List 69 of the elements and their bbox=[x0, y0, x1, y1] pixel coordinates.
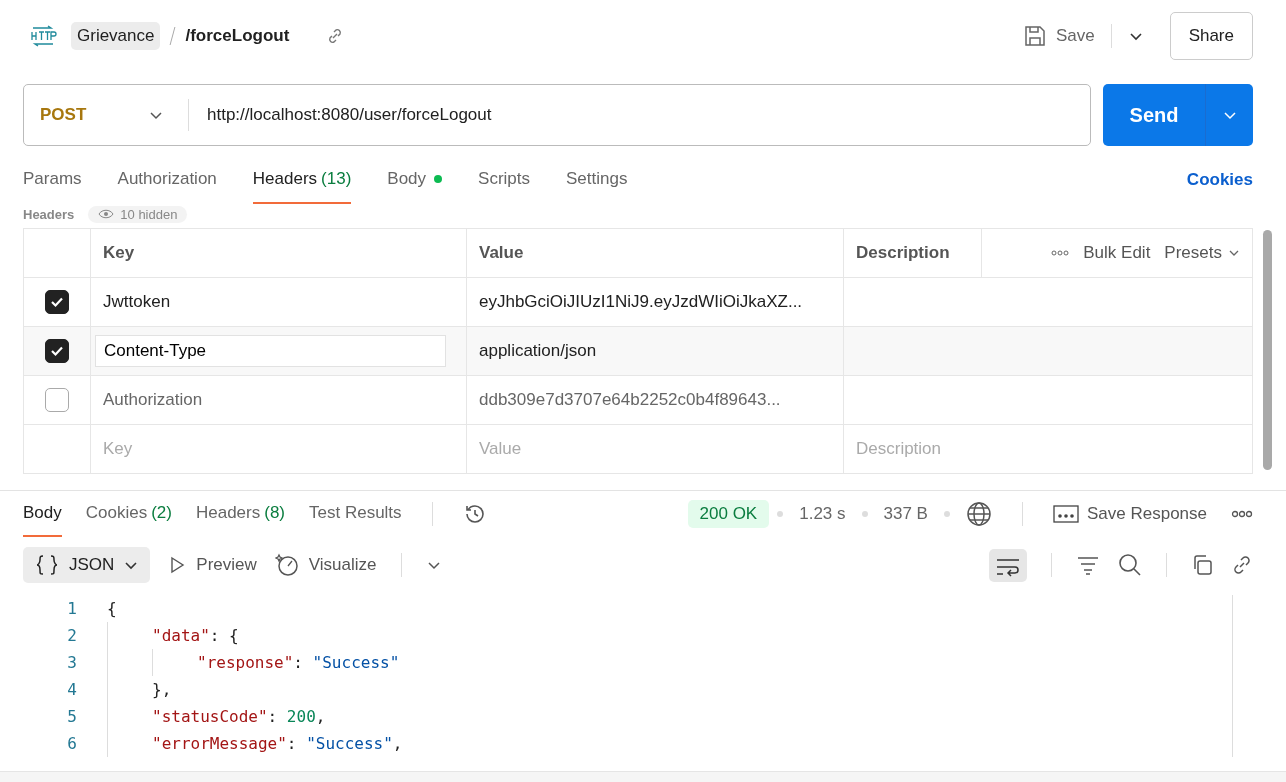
copy-icon[interactable] bbox=[1191, 554, 1213, 576]
code-line: { bbox=[107, 599, 117, 618]
header-key[interactable]: Jwttoken bbox=[103, 292, 171, 311]
response-size: 337 B bbox=[883, 504, 928, 524]
header-value[interactable]: application/json bbox=[479, 341, 597, 360]
header-key-field[interactable]: Content-Type bbox=[95, 335, 446, 367]
column-header: Value bbox=[466, 228, 844, 278]
request-tab[interactable]: Scripts bbox=[478, 156, 531, 204]
new-header-input[interactable]: Value bbox=[479, 439, 831, 459]
line-number: 5 bbox=[66, 707, 78, 726]
request-tab[interactable]: Body bbox=[387, 156, 443, 204]
checkbox[interactable] bbox=[45, 339, 69, 363]
bulk-edit-button[interactable]: Bulk Edit bbox=[1083, 243, 1151, 263]
response-time: 1.23 s bbox=[799, 504, 846, 524]
column-header: Description bbox=[843, 228, 982, 278]
format-dropdown[interactable]: JSON bbox=[23, 547, 151, 583]
eye-icon bbox=[98, 208, 115, 220]
header-key[interactable]: Authorization bbox=[103, 390, 203, 409]
headers-label: Headers bbox=[23, 206, 75, 222]
new-header-input[interactable]: Description bbox=[856, 439, 1240, 459]
request-tab[interactable]: Params bbox=[23, 156, 82, 204]
code-line: "statusCode": 200, bbox=[152, 707, 326, 726]
save-response-button[interactable]: Save Response bbox=[1052, 504, 1207, 524]
collection-breadcrumb[interactable]: Grievance bbox=[71, 22, 161, 50]
code-line: }, bbox=[152, 680, 172, 699]
line-number: 1 bbox=[66, 599, 78, 618]
save-button[interactable]: Save bbox=[1023, 25, 1095, 47]
more-icon[interactable] bbox=[1231, 510, 1253, 518]
request-tab[interactable]: Settings bbox=[566, 156, 628, 204]
braces-icon bbox=[35, 554, 59, 576]
new-header-field[interactable]: Key bbox=[90, 424, 467, 474]
share-button[interactable]: Share bbox=[1169, 12, 1253, 60]
sparkle-gauge-icon bbox=[274, 553, 299, 577]
new-header-field[interactable]: Value bbox=[466, 424, 844, 474]
visualize-button[interactable]: Visualize bbox=[274, 553, 377, 577]
checkbox[interactable] bbox=[45, 388, 69, 412]
play-icon bbox=[168, 556, 187, 574]
scrollbar[interactable] bbox=[1263, 230, 1272, 470]
line-number: 4 bbox=[66, 680, 78, 699]
wrap-lines-button[interactable] bbox=[989, 548, 1027, 582]
preview-button[interactable]: Preview bbox=[168, 555, 257, 575]
status-badge: 200 OK bbox=[687, 500, 770, 528]
response-tab[interactable]: Body bbox=[23, 491, 62, 537]
request-name[interactable]: /forceLogout bbox=[185, 26, 290, 46]
link-icon[interactable] bbox=[1231, 554, 1253, 576]
line-number: 6 bbox=[66, 734, 78, 753]
http-icon bbox=[29, 25, 57, 47]
search-icon[interactable] bbox=[1118, 553, 1142, 577]
code-line: "errorMessage": "Success", bbox=[152, 734, 403, 753]
example-icon bbox=[1052, 505, 1079, 523]
cookies-link[interactable]: Cookies bbox=[1186, 156, 1253, 204]
filter-icon[interactable] bbox=[1076, 555, 1100, 575]
request-tab[interactable]: Authorization bbox=[117, 156, 217, 204]
column-header: Key bbox=[90, 228, 467, 278]
response-tab[interactable]: Test Results bbox=[309, 491, 402, 537]
line-number: 2 bbox=[66, 626, 78, 645]
request-tab[interactable]: Headers (13) bbox=[252, 156, 352, 204]
checkbox[interactable] bbox=[45, 290, 69, 314]
line-number: 3 bbox=[66, 653, 78, 672]
response-tab[interactable]: Cookies (2) bbox=[85, 491, 172, 537]
url-bar[interactable]: POST http://localhost:8080/user/forceLogout bbox=[23, 84, 1091, 146]
more-icon[interactable] bbox=[1051, 250, 1070, 256]
code-line: "response": "Success" bbox=[197, 653, 400, 672]
code-line: "data": { bbox=[152, 626, 239, 645]
presets-dropdown[interactable]: Presets bbox=[1164, 243, 1240, 263]
response-tab[interactable]: Headers (8) bbox=[195, 491, 285, 537]
new-header-input[interactable]: Key bbox=[103, 439, 454, 459]
new-header-field[interactable]: Description bbox=[843, 424, 1253, 474]
globe-icon[interactable] bbox=[965, 501, 992, 527]
